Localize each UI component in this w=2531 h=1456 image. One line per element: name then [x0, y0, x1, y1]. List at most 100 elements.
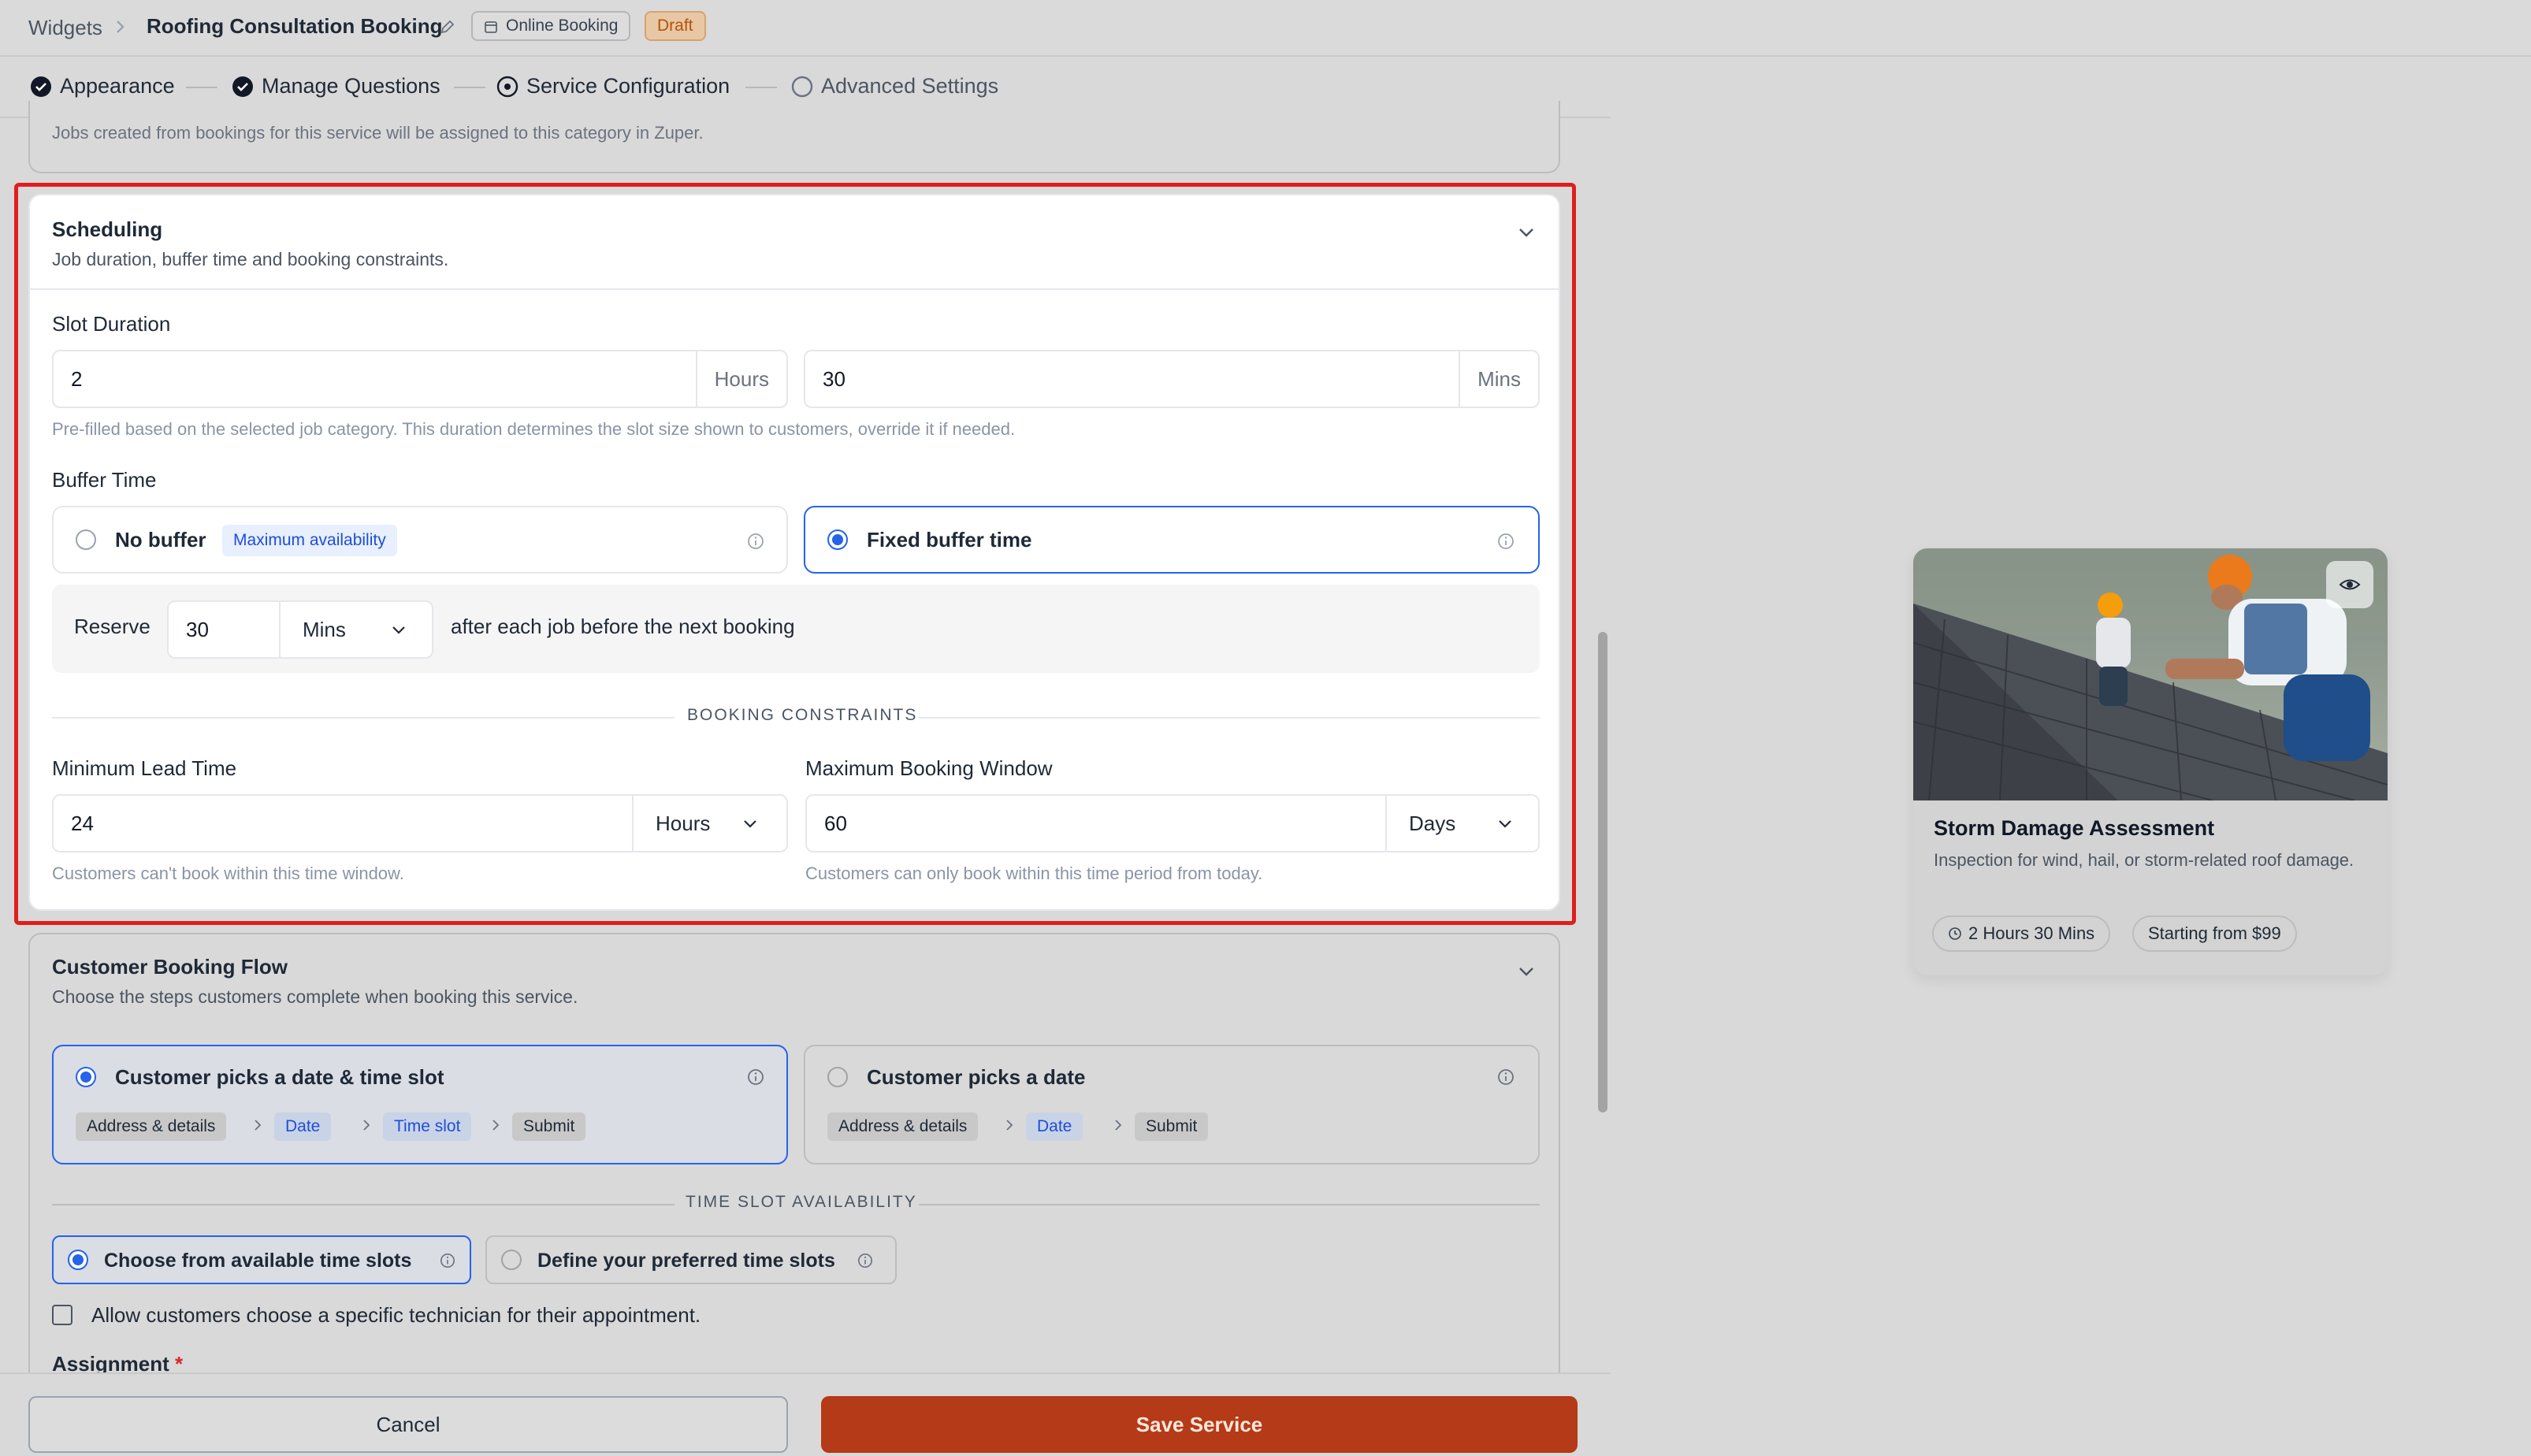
check-circle-icon: [232, 76, 253, 97]
slot-hours-input[interactable]: 2 Hours: [52, 350, 788, 408]
define-preferred-radio[interactable]: [501, 1250, 522, 1270]
max-window-input[interactable]: 60 Days: [805, 794, 1540, 852]
booking-flow-title: Customer Booking Flow: [52, 955, 288, 979]
min-lead-unit-select[interactable]: Hours: [632, 796, 786, 851]
min-lead-input[interactable]: 24 Hours: [52, 794, 788, 852]
section-divider: [30, 288, 1559, 290]
info-icon[interactable]: [747, 1068, 764, 1086]
calendar-icon: [484, 20, 498, 34]
service-description: Inspection for wind, hail, or storm-rela…: [1934, 850, 2354, 870]
no-buffer-radio[interactable]: [76, 529, 96, 550]
flow-chip-address: Address & details: [76, 1112, 227, 1141]
duration-pill: 2 Hours 30 Mins: [1932, 916, 2111, 952]
reserve-unit-label: Mins: [303, 618, 346, 641]
chevron-right-icon: [362, 1119, 370, 1131]
edit-pencil-icon[interactable]: [440, 19, 455, 35]
constraints-divider-right: [919, 717, 1540, 719]
slot-duration-label: Slot Duration: [52, 312, 171, 336]
step-label: Appearance: [60, 74, 175, 98]
step-label: Service Configuration: [526, 74, 730, 98]
reserve-input[interactable]: 30 Mins: [167, 600, 433, 659]
step-connector: [454, 87, 485, 88]
reserve-unit-select[interactable]: Mins: [279, 602, 432, 657]
price-pill: Starting from $99: [2132, 916, 2297, 952]
fixed-buffer-radio[interactable]: [827, 529, 848, 550]
availability-divider-right: [919, 1204, 1540, 1205]
option-date-only[interactable]: Customer picks a date Address & details …: [804, 1045, 1540, 1164]
chevron-right-icon: [254, 1119, 262, 1131]
time-slot-availability-heading: TIME SLOT AVAILABILITY: [686, 1193, 917, 1211]
max-window-value: 60: [824, 812, 847, 835]
scrollbar-thumb[interactable]: [1598, 632, 1607, 1112]
scheduling-subtitle: Job duration, buffer time and booking co…: [52, 249, 449, 269]
chevron-down-icon: [392, 626, 405, 634]
service-preview-card[interactable]: Storm Damage Assessment Inspection for w…: [1913, 548, 2388, 975]
preview-toggle-button[interactable]: [2326, 561, 2373, 608]
date-only-radio[interactable]: [827, 1067, 848, 1087]
fixed-buffer-option[interactable]: Fixed buffer time: [804, 506, 1540, 574]
info-icon[interactable]: [1497, 533, 1515, 550]
choose-available-slots-option[interactable]: Choose from available time slots: [52, 1235, 471, 1284]
step-connector: [186, 87, 217, 88]
pending-step-icon: [791, 76, 813, 98]
flow-chip-date: Date: [1026, 1112, 1083, 1141]
current-step-icon: [496, 76, 518, 98]
flow-chip-submit: Submit: [512, 1112, 586, 1141]
no-buffer-option[interactable]: No buffer Maximum availability: [52, 506, 788, 574]
max-window-unit-select[interactable]: Days: [1385, 796, 1538, 851]
info-icon[interactable]: [440, 1253, 455, 1268]
booking-flow-panel: Customer Booking Flow Choose the steps c…: [28, 933, 1560, 1421]
breadcrumb-root[interactable]: Widgets: [28, 16, 102, 40]
reserve-value: 30: [186, 618, 209, 641]
max-window-helper: Customers can only book within this time…: [805, 864, 1263, 883]
date-time-slot-radio[interactable]: [76, 1067, 96, 1087]
min-lead-label: Minimum Lead Time: [52, 756, 237, 780]
clock-icon: [1949, 927, 1961, 940]
slot-mins-value: 30: [823, 367, 846, 391]
constraints-divider-left: [52, 717, 675, 719]
slot-duration-helper: Pre-filled based on the selected job cat…: [52, 419, 1016, 439]
step-connector: [745, 87, 777, 88]
reserve-label: Reserve: [74, 615, 151, 638]
no-buffer-label: No buffer: [115, 528, 206, 552]
flow-chip-submit: Submit: [1135, 1112, 1209, 1141]
chevron-down-icon[interactable]: [1518, 966, 1535, 977]
roofers-photo: [1913, 548, 2388, 800]
define-preferred-slots-option[interactable]: Define your preferred time slots: [485, 1235, 897, 1284]
flow-chip-time-slot: Time slot: [383, 1112, 472, 1141]
job-category-helper: Jobs created from bookings for this serv…: [52, 123, 704, 143]
chevron-right-icon: [1114, 1119, 1122, 1131]
status-badge: Draft: [645, 11, 706, 41]
fixed-buffer-label: Fixed buffer time: [867, 528, 1032, 552]
chevron-right-icon: [115, 19, 126, 35]
technician-checkbox-label[interactable]: Allow customers choose a specific techni…: [91, 1303, 701, 1328]
step-label: Manage Questions: [262, 74, 440, 98]
technician-checkbox[interactable]: [52, 1305, 72, 1325]
chevron-right-icon: [1005, 1119, 1013, 1131]
chevron-down-icon[interactable]: [1518, 227, 1535, 238]
info-icon[interactable]: [1497, 1068, 1515, 1086]
cancel-button[interactable]: Cancel: [28, 1396, 788, 1453]
save-service-button[interactable]: Save Service: [821, 1396, 1578, 1453]
booking-constraints-heading: BOOKING CONSTRAINTS: [687, 706, 918, 724]
slot-mins-input[interactable]: 30 Mins: [804, 350, 1540, 408]
max-availability-badge: Maximum availability: [222, 525, 397, 556]
info-icon[interactable]: [857, 1253, 873, 1268]
date-only-label: Customer picks a date: [867, 1065, 1086, 1089]
option-date-time-slot[interactable]: Customer picks a date & time slot Addres…: [52, 1045, 788, 1164]
online-booking-badge: Online Booking: [471, 11, 631, 41]
buffer-time-label: Buffer Time: [52, 468, 157, 492]
info-icon[interactable]: [747, 533, 764, 550]
service-title: Storm Damage Assessment: [1934, 816, 2215, 840]
availability-divider-left: [52, 1204, 675, 1205]
choose-available-radio[interactable]: [68, 1250, 88, 1270]
chevron-right-icon: [492, 1119, 500, 1131]
define-preferred-label: Define your preferred time slots: [537, 1250, 835, 1272]
check-circle-icon: [31, 76, 51, 97]
duration-label: 2 Hours 30 Mins: [1968, 923, 2095, 943]
max-window-unit-label: Days: [1409, 812, 1456, 835]
job-category-panel: Jobs created from bookings for this serv…: [28, 101, 1560, 173]
date-time-slot-label: Customer picks a date & time slot: [115, 1065, 444, 1089]
chevron-down-icon: [1499, 820, 1511, 828]
slot-hours-value: 2: [71, 367, 83, 391]
